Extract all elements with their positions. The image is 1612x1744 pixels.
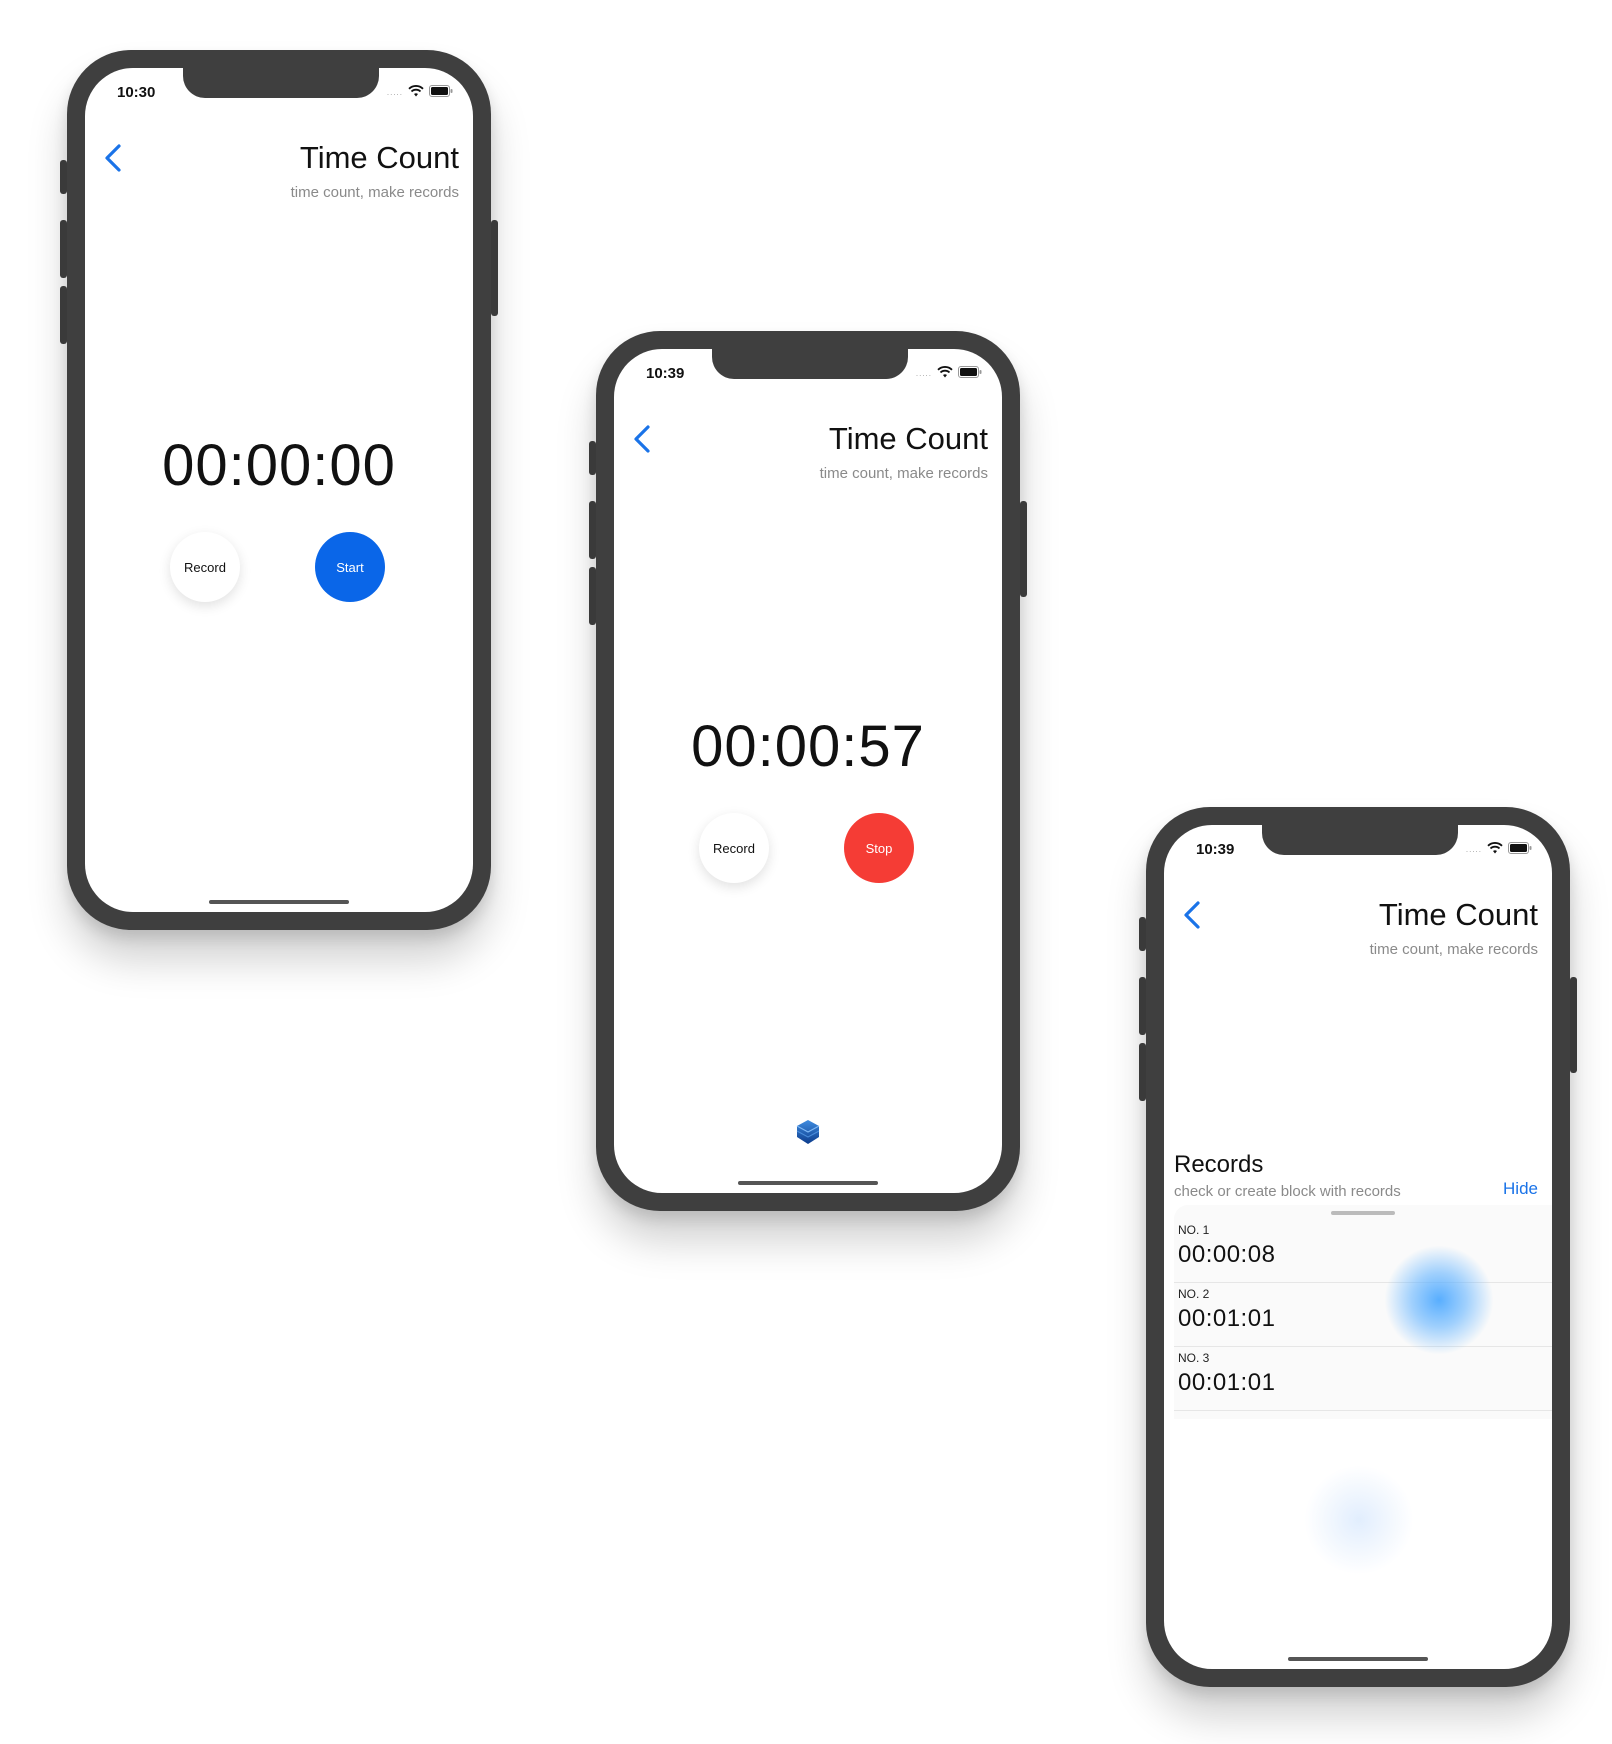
page-title: Time Count	[828, 421, 988, 456]
mute-switch	[1139, 917, 1146, 951]
chevron-left-icon[interactable]	[1180, 897, 1204, 933]
list-item[interactable]: NO. 3 00:01:01	[1174, 1347, 1552, 1411]
record-number: NO. 3	[1178, 1351, 1210, 1365]
list-item[interactable]: NO. 1 00:00:08	[1174, 1219, 1552, 1283]
record-button[interactable]: Record	[170, 532, 240, 602]
power-button	[1570, 977, 1577, 1073]
status-time: 10:30	[117, 84, 156, 101]
volume-down-button	[589, 567, 596, 625]
status-icons: .....	[387, 85, 453, 97]
power-button	[491, 220, 498, 316]
home-indicator[interactable]	[1288, 1657, 1428, 1661]
wifi-icon	[937, 366, 953, 378]
chevron-left-icon[interactable]	[101, 140, 125, 176]
records-sheet: NO. 1 00:00:08 NO. 2 00:01:01 NO. 3 00:0…	[1174, 1205, 1552, 1419]
status-time: 10:39	[646, 365, 685, 382]
status-icons: .....	[1466, 842, 1532, 854]
phone-frame-3: 10:39 ..... Time Count time count, make …	[1139, 807, 1577, 1687]
notch	[1262, 825, 1458, 855]
record-number: NO. 1	[1178, 1223, 1210, 1237]
page-subtitle: time count, make records	[1369, 941, 1538, 958]
timer-display: 00:00:00	[162, 433, 396, 498]
mute-switch	[60, 160, 67, 194]
battery-icon	[1508, 842, 1532, 854]
touch-highlight-faint	[1304, 1465, 1414, 1575]
status-icons: .....	[916, 366, 982, 378]
page-subtitle: time count, make records	[290, 184, 459, 201]
phone-frame-2: 10:39 ..... Time Count time count, make …	[589, 331, 1027, 1211]
signal-icon: .....	[1465, 845, 1482, 854]
timer-display: 00:00:57	[691, 714, 925, 779]
wifi-icon	[408, 85, 424, 97]
volume-up-button	[589, 501, 596, 559]
sheet-handle[interactable]	[1331, 1211, 1395, 1215]
records-subtitle: check or create block with records	[1174, 1183, 1401, 1200]
power-button	[1020, 501, 1027, 597]
page-title: Time Count	[299, 140, 459, 175]
layers-icon[interactable]	[796, 1119, 820, 1145]
notch	[183, 68, 379, 98]
phone-frame-1: 10:30 ..... Time Count time count, make …	[60, 50, 498, 930]
mute-switch	[589, 441, 596, 475]
record-time: 00:00:08	[1178, 1241, 1276, 1268]
notch	[712, 349, 908, 379]
stop-button[interactable]: Stop	[844, 813, 914, 883]
start-button[interactable]: Start	[315, 532, 385, 602]
records-list: NO. 1 00:00:08 NO. 2 00:01:01 NO. 3 00:0…	[1174, 1219, 1552, 1411]
phone-screen-2: 10:39 ..... Time Count time count, make …	[614, 349, 1002, 1193]
home-indicator[interactable]	[209, 900, 349, 904]
battery-icon	[958, 366, 982, 378]
chevron-left-icon[interactable]	[630, 421, 654, 457]
showcase-canvas: 10:30 ..... Time Count time count, make …	[0, 0, 1612, 1744]
home-indicator[interactable]	[738, 1181, 878, 1185]
records-title: Records	[1174, 1151, 1264, 1178]
volume-up-button	[60, 220, 67, 278]
record-number: NO. 2	[1178, 1287, 1210, 1301]
hide-button[interactable]: Hide	[1503, 1179, 1538, 1199]
volume-up-button	[1139, 977, 1146, 1035]
record-time: 00:01:01	[1178, 1305, 1276, 1332]
signal-icon: .....	[915, 369, 932, 378]
phone-screen-1: 10:30 ..... Time Count time count, make …	[85, 68, 473, 912]
page-subtitle: time count, make records	[819, 465, 988, 482]
record-button[interactable]: Record	[699, 813, 769, 883]
signal-icon: .....	[386, 88, 403, 97]
volume-down-button	[1139, 1043, 1146, 1101]
volume-down-button	[60, 286, 67, 344]
record-time: 00:01:01	[1178, 1369, 1276, 1396]
list-item[interactable]: NO. 2 00:01:01	[1174, 1283, 1552, 1347]
wifi-icon	[1487, 842, 1503, 854]
status-time: 10:39	[1196, 841, 1235, 858]
battery-icon	[429, 85, 453, 97]
page-title: Time Count	[1378, 897, 1538, 932]
phone-screen-3: 10:39 ..... Time Count time count, make …	[1164, 825, 1552, 1669]
